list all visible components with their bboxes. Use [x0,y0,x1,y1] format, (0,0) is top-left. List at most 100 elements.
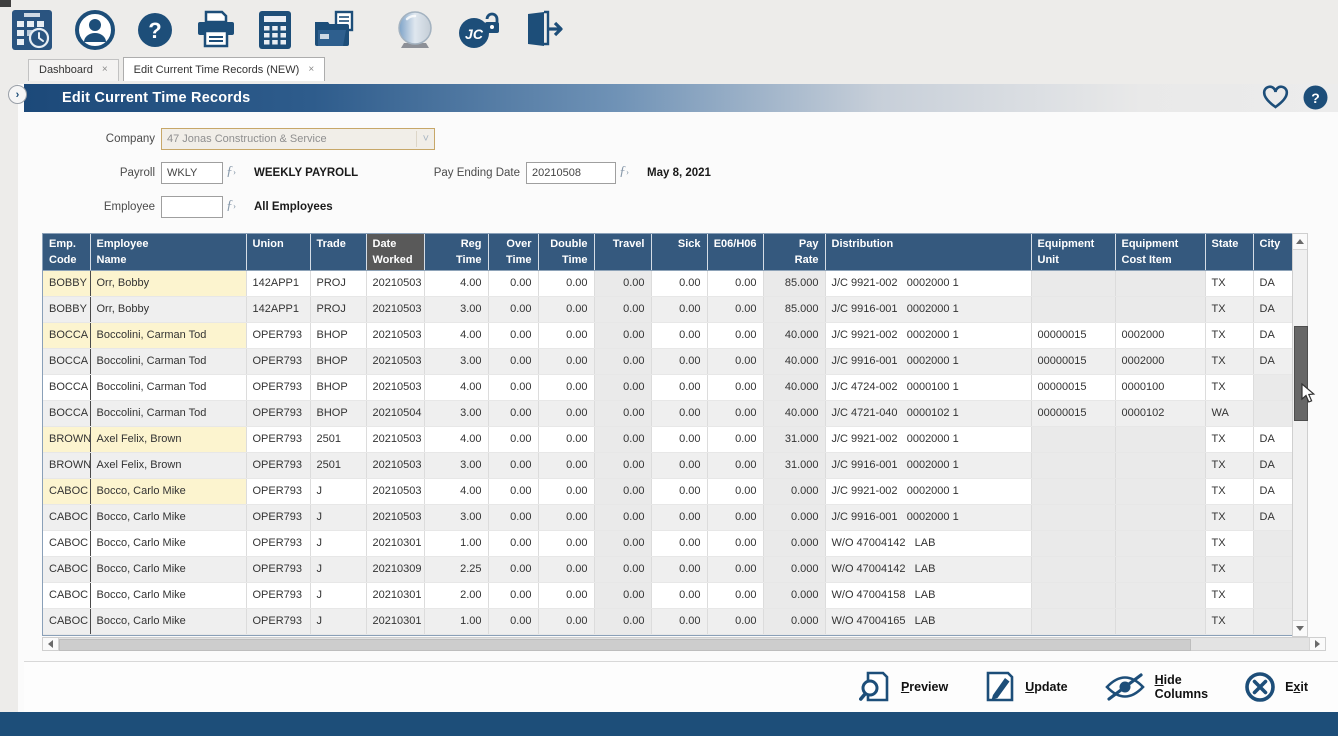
cell-date[interactable]: 20210503 [366,375,424,401]
collapse-sidebar-button[interactable]: › [8,85,27,104]
cell-trade[interactable]: J [310,583,366,609]
cell-dbl[interactable]: 0.00 [538,609,594,635]
employee-input[interactable] [161,196,223,218]
cell-equipment_unit[interactable] [1031,609,1115,635]
cell-trade[interactable]: PROJ [310,297,366,323]
cell-emp_code[interactable]: BOBBY [43,271,90,297]
cell-over[interactable]: 0.00 [488,323,538,349]
table-row[interactable]: BOCCABoccolini, Carman TodOPER793BHOP202… [43,323,1293,349]
cell-over[interactable]: 0.00 [488,557,538,583]
cell-rate[interactable]: 0.000 [763,557,825,583]
cell-e06[interactable]: 0.00 [707,323,763,349]
cell-city[interactable]: DA [1253,427,1293,453]
cell-reg[interactable]: 3.00 [424,349,488,375]
cell-equipment_cost_item[interactable] [1115,609,1205,635]
favorite-heart-icon[interactable] [1262,85,1289,110]
cell-travel[interactable]: 0.00 [594,375,651,401]
payroll-lookup-icon[interactable]: ƒ› [226,161,236,183]
cell-name[interactable]: Bocco, Carlo Mike [90,557,246,583]
cell-over[interactable]: 0.00 [488,479,538,505]
cell-name[interactable]: Bocco, Carlo Mike [90,531,246,557]
tab-dashboard[interactable]: Dashboard × [28,59,119,81]
column-header-state[interactable]: State [1205,234,1253,271]
cell-dist[interactable]: J/C 9916-001 0002000 1 [825,505,1031,531]
scroll-left-arrow[interactable] [43,638,59,650]
cell-city[interactable] [1253,557,1293,583]
cell-e06[interactable]: 0.00 [707,349,763,375]
cell-e06[interactable]: 0.00 [707,297,763,323]
cell-emp_code[interactable]: BROWN [43,427,90,453]
cell-union[interactable]: OPER793 [246,557,310,583]
cell-equipment_unit[interactable] [1031,531,1115,557]
toolbar-logout-button[interactable] [522,10,564,50]
cell-trade[interactable]: J [310,531,366,557]
cell-rate[interactable]: 0.000 [763,505,825,531]
cell-emp_code[interactable]: BOCCA [43,375,90,401]
cell-name[interactable]: Boccolini, Carman Tod [90,375,246,401]
cell-reg[interactable]: 1.00 [424,531,488,557]
cell-date[interactable]: 20210503 [366,479,424,505]
cell-rate[interactable]: 0.000 [763,479,825,505]
cell-date[interactable]: 20210301 [366,609,424,635]
cell-date[interactable]: 20210503 [366,427,424,453]
update-button[interactable]: Update [984,670,1067,704]
cell-equipment_cost_item[interactable] [1115,531,1205,557]
table-row[interactable]: BROWNAxel Felix, BrownOPER79325012021050… [43,427,1293,453]
cell-equipment_unit[interactable] [1031,557,1115,583]
cell-dbl[interactable]: 0.00 [538,479,594,505]
vertical-scrollbar[interactable] [1292,233,1308,637]
cell-city[interactable]: DA [1253,297,1293,323]
horizontal-scrollbar-thumb[interactable] [59,639,1191,651]
column-header-dist[interactable]: Distribution [825,234,1031,271]
cell-equipment_cost_item[interactable] [1115,505,1205,531]
table-row[interactable]: BOBBYOrr, Bobby142APP1PROJ202105033.000.… [43,297,1293,323]
cell-e06[interactable]: 0.00 [707,505,763,531]
cell-sick[interactable]: 0.00 [651,453,707,479]
cell-reg[interactable]: 2.00 [424,583,488,609]
cell-sick[interactable]: 0.00 [651,557,707,583]
cell-trade[interactable]: J [310,609,366,635]
cell-date[interactable]: 20210504 [366,401,424,427]
column-header-e06[interactable]: E06/H06 [707,234,763,271]
cell-city[interactable] [1253,531,1293,557]
cell-trade[interactable]: 2501 [310,453,366,479]
cell-equipment_cost_item[interactable] [1115,479,1205,505]
toolbar-documents-button[interactable] [312,10,358,50]
cell-date[interactable]: 20210503 [366,323,424,349]
cell-equipment_cost_item[interactable] [1115,271,1205,297]
toolbar-help-button[interactable]: ? [136,11,174,49]
cell-name[interactable]: Orr, Bobby [90,271,246,297]
cell-e06[interactable]: 0.00 [707,531,763,557]
cell-union[interactable]: OPER793 [246,349,310,375]
cell-union[interactable]: OPER793 [246,583,310,609]
cell-reg[interactable]: 4.00 [424,323,488,349]
cell-rate[interactable]: 31.000 [763,453,825,479]
cell-city[interactable]: DA [1253,323,1293,349]
cell-equipment_cost_item[interactable]: 0002000 [1115,323,1205,349]
cell-equipment_unit[interactable] [1031,297,1115,323]
cell-city[interactable] [1253,401,1293,427]
cell-rate[interactable]: 40.000 [763,323,825,349]
cell-reg[interactable]: 4.00 [424,427,488,453]
cell-dist[interactable]: W/O 47004158 LAB [825,583,1031,609]
cell-sick[interactable]: 0.00 [651,297,707,323]
cell-equipment_unit[interactable] [1031,453,1115,479]
table-row[interactable]: CABOCBocco, Carlo MikeOPER793J202105033.… [43,505,1293,531]
column-header-dbl[interactable]: DoubleTime [538,234,594,271]
cell-travel[interactable]: 0.00 [594,479,651,505]
cell-reg[interactable]: 1.00 [424,609,488,635]
cell-dist[interactable]: J/C 9916-001 0002000 1 [825,453,1031,479]
table-row[interactable]: CABOCBocco, Carlo MikeOPER793J202103012.… [43,583,1293,609]
cell-city[interactable]: DA [1253,479,1293,505]
cell-state[interactable]: TX [1205,583,1253,609]
cell-state[interactable]: TX [1205,479,1253,505]
cell-union[interactable]: OPER793 [246,609,310,635]
cell-reg[interactable]: 3.00 [424,297,488,323]
cell-name[interactable]: Boccolini, Carman Tod [90,349,246,375]
cell-city[interactable] [1253,609,1293,635]
vertical-scrollbar-thumb[interactable] [1294,326,1308,421]
column-header-over[interactable]: OverTime [488,234,538,271]
column-header-name[interactable]: EmployeeName [90,234,246,271]
cell-date[interactable]: 20210503 [366,297,424,323]
cell-sick[interactable]: 0.00 [651,349,707,375]
